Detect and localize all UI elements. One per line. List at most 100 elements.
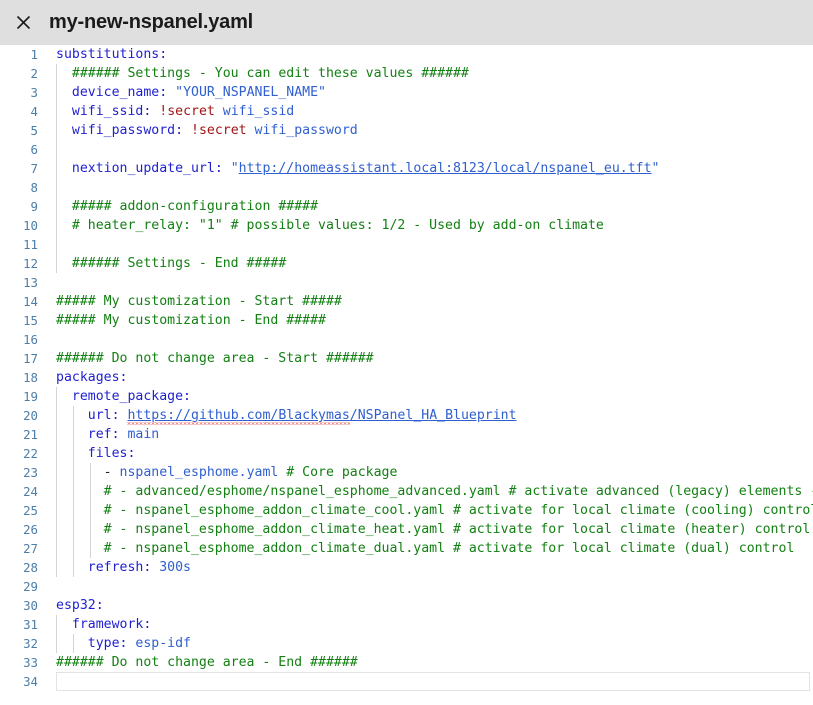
code-line[interactable]: 11 — [0, 235, 813, 254]
code-line[interactable]: 25 # - nspanel_esphome_addon_climate_coo… — [0, 501, 813, 520]
code-line[interactable]: 27 # - nspanel_esphome_addon_climate_dua… — [0, 539, 813, 558]
code-line-content[interactable]: remote_package: — [56, 387, 813, 406]
code-line[interactable]: 10 # heater_relay: "1" # possible values… — [0, 216, 813, 235]
code-token: wifi_ssid — [215, 104, 294, 119]
code-line[interactable]: 28 refresh: 300s — [0, 558, 813, 577]
code-line[interactable]: 24 # - advanced/esphome/nspanel_esphome_… — [0, 482, 813, 501]
code-line[interactable]: 5 wifi_password: !secret wifi_password — [0, 121, 813, 140]
line-number: 15 — [0, 311, 38, 330]
code-line-content[interactable]: # - nspanel_esphome_addon_climate_cool.y… — [56, 501, 813, 520]
code-token: # - advanced/esphome/nspanel_esphome_adv… — [104, 484, 813, 499]
code-token: # heater_relay: "1" # possible values: 1… — [72, 218, 604, 233]
code-editor[interactable]: 1 substitutions:2 ###### Settings - You c… — [0, 45, 813, 705]
code-line-content[interactable]: wifi_password: !secret wifi_password — [56, 121, 813, 140]
code-token: framework — [72, 617, 143, 632]
code-line-content[interactable]: framework: — [56, 615, 813, 634]
code-line-content[interactable]: # - advanced/esphome/nspanel_esphome_adv… — [56, 482, 813, 501]
code-line-content[interactable]: substitutions: — [56, 45, 813, 64]
code-line-content[interactable]: # - nspanel_esphome_addon_climate_dual.y… — [56, 539, 813, 558]
code-line[interactable]: 9 ##### addon-configuration ##### — [0, 197, 813, 216]
code-token: # Core package — [286, 465, 397, 480]
code-line-content[interactable] — [56, 235, 813, 254]
code-line-content[interactable]: ###### Do not change area - Start ###### — [56, 349, 813, 368]
code-line-content[interactable]: esp32: — [56, 596, 813, 615]
code-token: # - nspanel_esphome_addon_climate_dual.y… — [104, 541, 795, 556]
code-line-content[interactable]: ref: main — [56, 425, 813, 444]
code-token: : — [215, 161, 231, 176]
code-token[interactable]: https://github.com/Blackymas — [127, 408, 349, 425]
code-line[interactable]: 16 — [0, 330, 813, 349]
code-token: packages — [56, 370, 120, 385]
code-line[interactable]: 3 device_name: "YOUR_NSPANEL_NAME" — [0, 83, 813, 102]
code-line-content[interactable]: refresh: 300s — [56, 558, 813, 577]
code-token: ###### Do not change area - Start ###### — [56, 351, 374, 366]
code-line[interactable]: 20 url: https://github.com/Blackymas/NSP… — [0, 406, 813, 425]
line-number: 4 — [0, 102, 38, 121]
code-line[interactable]: 23 - nspanel_esphome.yaml # Core package — [0, 463, 813, 482]
code-line[interactable]: 19 remote_package: — [0, 387, 813, 406]
code-line-content[interactable]: nextion_update_url: "http://homeassistan… — [56, 159, 813, 178]
code-line[interactable]: 17###### Do not change area - Start ####… — [0, 349, 813, 368]
code-token[interactable]: /NSPanel_HA_Blueprint — [350, 408, 517, 423]
code-line-content[interactable] — [56, 178, 813, 197]
code-token: ###### Settings - You can edit these val… — [72, 66, 469, 81]
code-line-content[interactable]: url: https://github.com/Blackymas/NSPane… — [56, 406, 813, 425]
code-line-content[interactable]: ###### Settings - You can edit these val… — [56, 64, 813, 83]
code-line[interactable]: 22 files: — [0, 444, 813, 463]
code-token: ##### My customization - Start ##### — [56, 294, 342, 309]
code-line[interactable]: 32 type: esp-idf — [0, 634, 813, 653]
code-line-content[interactable] — [56, 140, 813, 159]
code-line[interactable]: 33###### Do not change area - End ###### — [0, 653, 813, 672]
code-token: : — [159, 47, 167, 62]
code-token: wifi_ssid — [72, 104, 143, 119]
code-line[interactable]: 2 ###### Settings - You can edit these v… — [0, 64, 813, 83]
code-line-content[interactable]: ##### My customization - End ##### — [56, 311, 813, 330]
code-token: esp32 — [56, 598, 96, 613]
code-token: : — [96, 598, 104, 613]
code-line[interactable]: 14 ##### My customization - Start ##### — [0, 292, 813, 311]
code-line-content[interactable]: wifi_ssid: !secret wifi_ssid — [56, 102, 813, 121]
code-line[interactable]: 29 — [0, 577, 813, 596]
code-line[interactable]: 12 ###### Settings - End ##### — [0, 254, 813, 273]
code-line-content[interactable]: ###### Settings - End ##### — [56, 254, 813, 273]
code-line[interactable]: 30esp32: — [0, 596, 813, 615]
line-number: 6 — [0, 140, 38, 159]
line-number: 28 — [0, 558, 38, 577]
code-line[interactable]: 4 wifi_ssid: !secret wifi_ssid — [0, 102, 813, 121]
line-number: 1 — [0, 45, 38, 64]
code-line-content[interactable]: - nspanel_esphome.yaml # Core package — [56, 463, 813, 482]
code-line[interactable]: 15 ##### My customization - End ##### — [0, 311, 813, 330]
code-token: ref — [88, 427, 112, 442]
code-token: files — [88, 446, 128, 461]
code-line-content[interactable]: packages: — [56, 368, 813, 387]
code-line[interactable]: 6 — [0, 140, 813, 159]
close-icon[interactable] — [10, 10, 36, 36]
line-number: 21 — [0, 425, 38, 444]
code-token: wifi_password — [247, 123, 358, 138]
code-line-content[interactable]: # heater_relay: "1" # possible values: 1… — [56, 216, 813, 235]
code-line[interactable]: 13 — [0, 273, 813, 292]
code-line-content[interactable]: files: — [56, 444, 813, 463]
code-line-content[interactable]: ##### My customization - Start ##### — [56, 292, 813, 311]
code-line-content[interactable]: type: esp-idf — [56, 634, 813, 653]
code-line-content[interactable]: # - nspanel_esphome_addon_climate_heat.y… — [56, 520, 813, 539]
line-number: 14 — [0, 292, 38, 311]
line-number: 24 — [0, 482, 38, 501]
code-line[interactable]: 26 # - nspanel_esphome_addon_climate_hea… — [0, 520, 813, 539]
code-line[interactable]: 1 substitutions: — [0, 45, 813, 64]
code-line[interactable]: 34 — [0, 672, 813, 691]
code-line[interactable]: 7 nextion_update_url: "http://homeassist… — [0, 159, 813, 178]
line-number: 5 — [0, 121, 38, 140]
code-token: 300s — [159, 560, 191, 575]
code-line[interactable]: 21 ref: main — [0, 425, 813, 444]
code-line-content[interactable]: ###### Do not change area - End ###### — [56, 653, 813, 672]
code-token: wifi_password — [72, 123, 175, 138]
code-line[interactable]: 8 — [0, 178, 813, 197]
code-token[interactable]: http://homeassistant.local:8123/local/ns… — [239, 161, 652, 176]
code-line-content[interactable]: device_name: "YOUR_NSPANEL_NAME" — [56, 83, 813, 102]
code-line[interactable]: 18packages: — [0, 368, 813, 387]
line-number: 10 — [0, 216, 38, 235]
line-number: 34 — [0, 672, 38, 691]
code-line[interactable]: 31 framework: — [0, 615, 813, 634]
code-line-content[interactable]: ##### addon-configuration ##### — [56, 197, 813, 216]
